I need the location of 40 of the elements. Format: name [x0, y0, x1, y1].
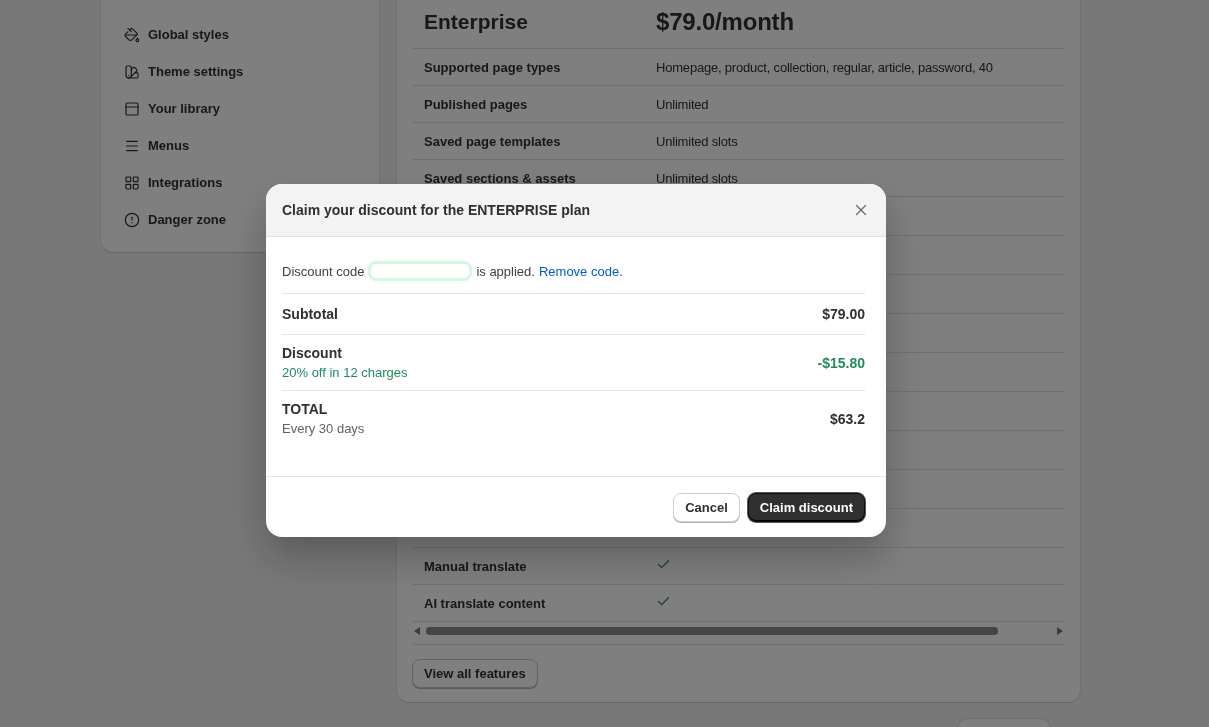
sidebar-item[interactable]: Your library [101, 90, 379, 127]
claim-button[interactable]: Claim discount [747, 493, 865, 522]
line-amount: $79.00 [822, 306, 865, 322]
feature-label: AI translate content [423, 595, 547, 611]
alert-icon [124, 211, 140, 228]
line-note: Every 30 days [282, 421, 365, 436]
view-all-button[interactable]: View all features [412, 659, 538, 688]
plan-name: Enterprise [423, 10, 529, 34]
feature-value: Unlimited slots [656, 133, 739, 149]
scroll-left-icon[interactable] [414, 627, 420, 635]
feature-label: Supported page types [423, 59, 562, 75]
feature-label: Manual translate [423, 558, 528, 574]
line-note: 20% off in 12 charges [282, 365, 408, 380]
paint-bucket-icon [124, 26, 140, 43]
line-label: Subtotal [282, 306, 338, 322]
feature-label: Published pages [423, 96, 529, 112]
sidebar-item[interactable]: Integrations [101, 164, 379, 201]
code-suffix: is applied. [476, 263, 535, 279]
line-amount: $63.2 [829, 410, 865, 427]
feature-label: Saved page templates [423, 133, 562, 149]
feature-value: Homepage, product, collection, regular, article, password, 40 [656, 59, 994, 75]
feature-value: Unlimited [656, 96, 710, 112]
feature-value: Unlimited slots [656, 170, 739, 186]
cancel-button[interactable]: Cancel [673, 493, 740, 522]
remove-code-link[interactable]: Remove code. [538, 263, 623, 279]
line-amount: -$15.80 [817, 354, 865, 371]
feature-label: Saved sections & assets [423, 170, 577, 186]
dialog-title: Claim your discount for the ENTERPRISE plan [282, 202, 591, 218]
plan-price: $79.0/month [656, 8, 795, 36]
grid-icon [124, 174, 140, 191]
sidebar-item[interactable]: Global styles [101, 16, 379, 53]
scrollbar-thumb[interactable] [426, 627, 998, 635]
swatch-icon [124, 63, 140, 80]
sidebar-item[interactable]: Menus [101, 127, 379, 164]
sidebar-item[interactable]: Theme settings [101, 53, 379, 90]
line-label: Discount [282, 345, 343, 361]
code-prefix: Discount code [282, 263, 365, 279]
scroll-right-icon[interactable] [1057, 627, 1063, 635]
panel-icon [124, 100, 140, 117]
line-label: TOTAL [282, 401, 329, 417]
